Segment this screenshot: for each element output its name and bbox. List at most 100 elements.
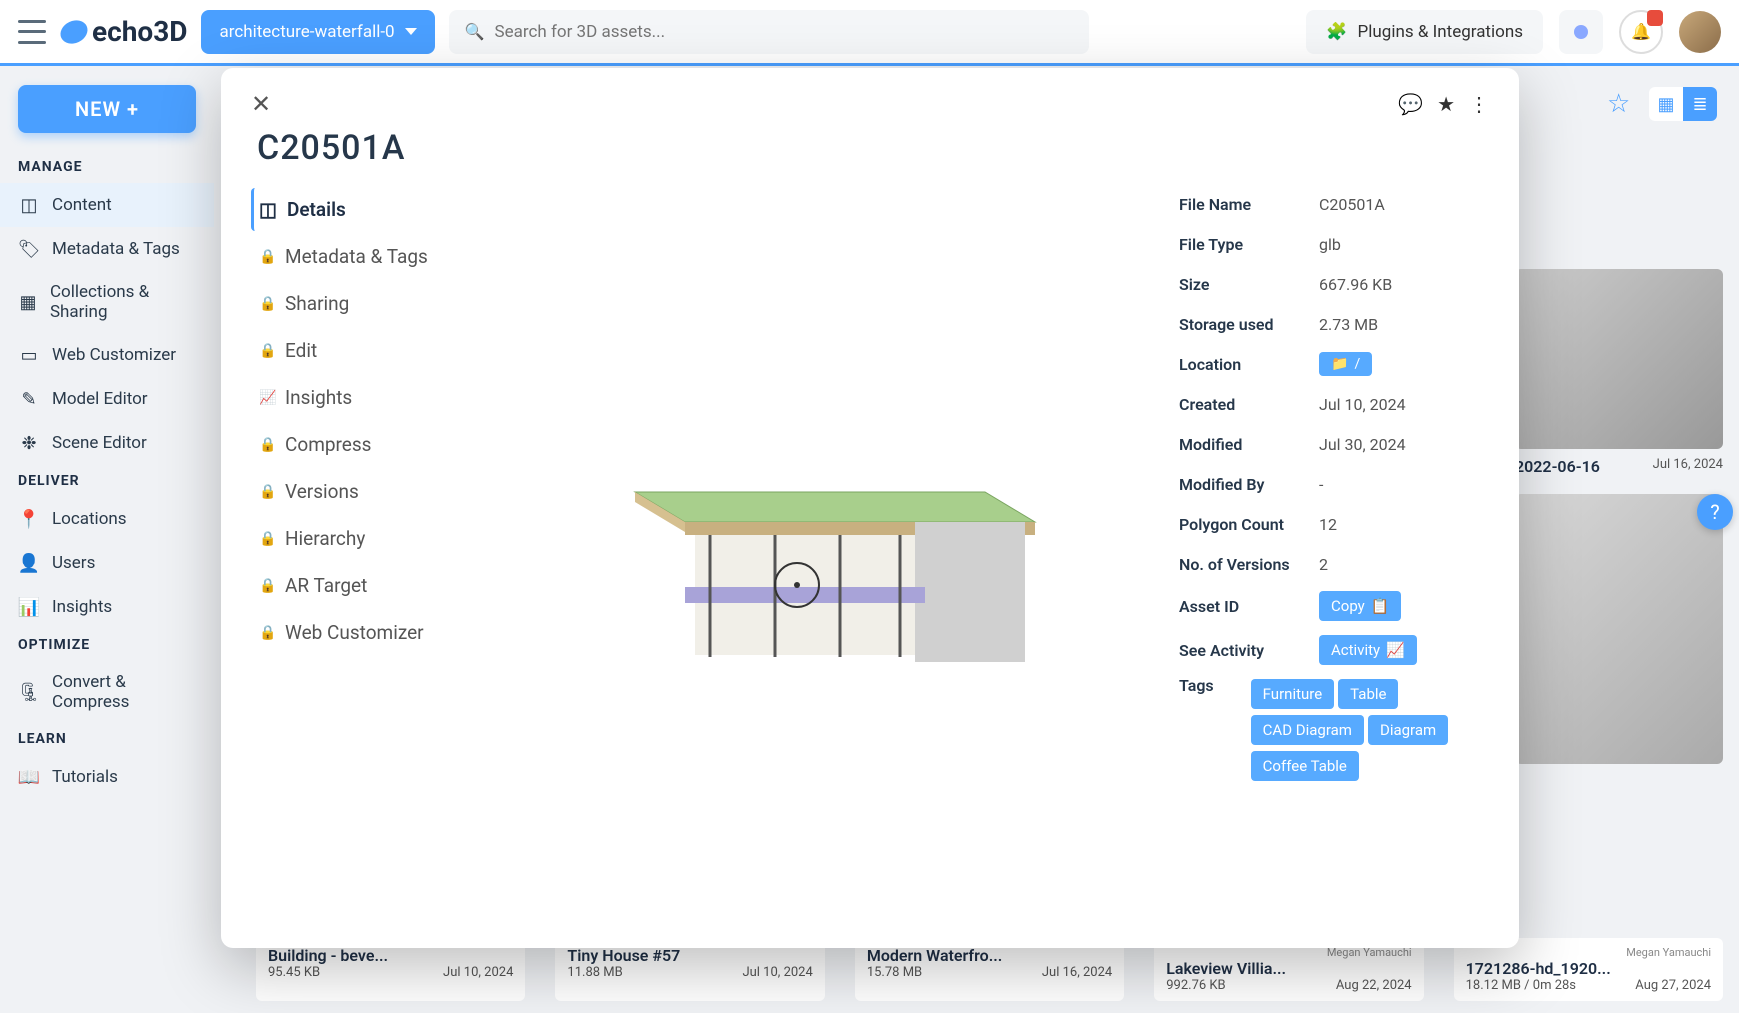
logo[interactable]: echo3D [60, 15, 187, 48]
copy-asset-id-button[interactable]: Copy📋 [1319, 591, 1401, 621]
sidebar-item-tutorials[interactable]: 📖Tutorials [0, 755, 214, 799]
prop-modified-by: - [1319, 475, 1323, 494]
favorite-icon[interactable]: ☆ [1607, 89, 1637, 119]
section-learn: LEARN [0, 723, 214, 755]
nav-versions[interactable]: 🔒Versions [251, 470, 451, 513]
sidebar-item-scene-editor[interactable]: ❉Scene Editor [0, 421, 214, 465]
user-avatar[interactable] [1679, 11, 1721, 53]
close-icon[interactable]: ✕ [251, 90, 271, 118]
more-icon[interactable]: ⋮ [1469, 92, 1489, 116]
tag-chip[interactable]: Table [1338, 679, 1398, 709]
plugins-label: Plugins & Integrations [1358, 22, 1523, 42]
theme-button[interactable] [1559, 10, 1603, 54]
sidebar-item-metadata[interactable]: 🏷Metadata & Tags [0, 227, 214, 271]
chart-icon: 📈 [259, 390, 275, 406]
notifications-button[interactable]: 🔔 [1619, 10, 1663, 54]
nav-compress[interactable]: 🔒Compress [251, 423, 451, 466]
project-name: architecture-waterfall-0 [219, 22, 394, 42]
sidebar-item-convert[interactable]: 🗜Convert & Compress [0, 661, 214, 723]
nav-insights[interactable]: 📈Insights [251, 376, 451, 419]
prop-file-name: C20501A [1319, 195, 1385, 214]
book-icon: 📖 [18, 766, 40, 788]
list-view-button[interactable]: ≣ [1683, 87, 1717, 121]
sidebar-item-users[interactable]: 👤Users [0, 541, 214, 585]
nav-ar-target[interactable]: 🔒AR Target [251, 564, 451, 607]
puzzle-icon: 🧩 [1326, 22, 1347, 42]
top-bar: echo3D architecture-waterfall-0 🔍 🧩 Plug… [0, 0, 1739, 66]
nav-hierarchy[interactable]: 🔒Hierarchy [251, 517, 451, 560]
tag-icon: 🏷 [18, 238, 40, 260]
sidebar-item-locations[interactable]: 📍Locations [0, 497, 214, 541]
logo-text: echo3D [92, 15, 187, 48]
model-preview [575, 417, 1055, 697]
plugins-button[interactable]: 🧩 Plugins & Integrations [1306, 10, 1543, 54]
prop-storage: 2.73 MB [1319, 315, 1378, 334]
sidebar-item-content[interactable]: ◫Content [0, 183, 214, 227]
asset-thumbnail[interactable] [1515, 269, 1723, 449]
properties-panel: File NameC20501A File Typeglb Size667.96… [1179, 188, 1489, 926]
sidebar-item-web-customizer[interactable]: ▭Web Customizer [0, 333, 214, 377]
lock-icon: 🔒 [259, 343, 275, 359]
nav-edit[interactable]: 🔒Edit [251, 329, 451, 372]
asset-date: Jul 16, 2024 [1653, 457, 1723, 476]
sidebar-item-model-editor[interactable]: ✎Model Editor [0, 377, 214, 421]
lock-icon: 🔒 [259, 296, 275, 312]
nav-sharing[interactable]: 🔒Sharing [251, 282, 451, 325]
prop-file-type: glb [1319, 235, 1341, 254]
menu-icon[interactable] [18, 20, 46, 44]
tag-chip[interactable]: Coffee Table [1251, 751, 1359, 781]
search-box[interactable]: 🔍 [449, 10, 1089, 54]
sidebar-item-collections[interactable]: ▦Collections & Sharing [0, 271, 214, 333]
star-icon[interactable]: ★ [1437, 92, 1455, 116]
grid-view-button[interactable]: ▦ [1649, 87, 1683, 121]
search-input[interactable] [495, 22, 1073, 42]
activity-button[interactable]: Activity📈 [1319, 635, 1417, 665]
prop-modified: Jul 30, 2024 [1319, 435, 1406, 454]
cube-icon: ◫ [259, 198, 277, 221]
prop-created: Jul 10, 2024 [1319, 395, 1406, 414]
asset-thumbnail[interactable] [1515, 494, 1723, 764]
modal-nav: ◫Details 🔒Metadata & Tags 🔒Sharing 🔒Edit… [251, 188, 451, 926]
vr-icon: ▭ [18, 344, 40, 366]
modal-title: C20501A [257, 128, 1489, 168]
nav-details[interactable]: ◫Details [251, 188, 451, 231]
view-toggle: ▦ ≣ [1649, 87, 1717, 121]
pencil-icon: ✎ [18, 388, 40, 410]
lock-icon: 🔒 [259, 531, 275, 547]
lock-icon: 🔒 [259, 578, 275, 594]
lock-icon: 🔒 [259, 484, 275, 500]
location-chip[interactable]: 📁/ [1319, 352, 1372, 376]
tag-chip[interactable]: Furniture [1251, 679, 1335, 709]
tag-chip[interactable]: CAD Diagram [1251, 715, 1364, 745]
prop-polygon: 12 [1319, 515, 1337, 534]
chevron-down-icon [405, 28, 417, 35]
nav-metadata[interactable]: 🔒Metadata & Tags [251, 235, 451, 278]
model-preview-area[interactable] [471, 188, 1159, 926]
tag-chip[interactable]: Diagram [1368, 715, 1448, 745]
lock-icon: 🔒 [259, 437, 275, 453]
asset-detail-modal: ✕ 💬 ★ ⋮ C20501A ◫Details 🔒Metadata & Tag… [221, 68, 1519, 948]
section-deliver: DELIVER [0, 465, 214, 497]
chart-icon: 📊 [18, 596, 40, 618]
prop-size: 667.96 KB [1319, 275, 1392, 294]
lock-icon: 🔒 [259, 249, 275, 265]
activity-icon: 📈 [1386, 641, 1405, 659]
nav-web-customizer[interactable]: 🔒Web Customizer [251, 611, 451, 654]
cube-icon: ◫ [18, 194, 40, 216]
section-manage: MANAGE [0, 151, 214, 183]
tags-list: Furniture Table CAD Diagram Diagram Coff… [1251, 676, 1489, 784]
search-icon: 🔍 [465, 22, 485, 41]
new-button[interactable]: NEW + [18, 85, 196, 133]
comment-icon[interactable]: 💬 [1398, 92, 1423, 116]
project-dropdown[interactable]: architecture-waterfall-0 [201, 10, 434, 54]
copy-icon: 📋 [1371, 597, 1390, 615]
pin-icon: 📍 [18, 508, 40, 530]
sidebar: NEW + MANAGE ◫Content 🏷Metadata & Tags ▦… [0, 69, 214, 1013]
sidebar-item-insights[interactable]: 📊Insights [0, 585, 214, 629]
notification-badge [1647, 10, 1663, 26]
section-optimize: OPTIMIZE [0, 629, 214, 661]
scene-icon: ❉ [18, 432, 40, 454]
compress-icon: 🗜 [18, 681, 40, 703]
logo-icon [57, 16, 92, 48]
help-button[interactable]: ? [1697, 494, 1733, 530]
